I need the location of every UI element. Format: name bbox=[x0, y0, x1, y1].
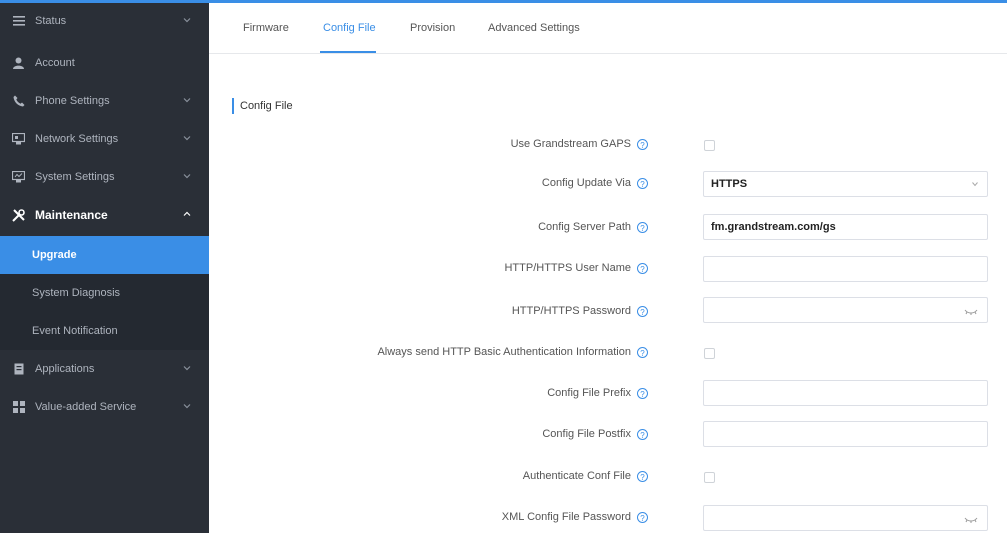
help-icon[interactable]: ? bbox=[637, 262, 648, 274]
sidebar-item-value-added-service[interactable]: Value-added Service bbox=[0, 388, 209, 426]
always-send-label: Always send HTTP Basic Authentication In… bbox=[377, 346, 648, 358]
sidebar-item-network-settings[interactable]: Network Settings bbox=[0, 120, 209, 158]
sidebar-subitem-event-notification[interactable]: Event Notification bbox=[0, 312, 209, 350]
sidebar-subitem-system-diagnosis[interactable]: System Diagnosis bbox=[0, 274, 209, 312]
tab-provision[interactable]: Provision bbox=[410, 22, 455, 34]
postfix-input[interactable] bbox=[703, 421, 988, 447]
auth-conf-label: Authenticate Conf File? bbox=[523, 470, 648, 482]
always-send-checkbox[interactable] bbox=[704, 348, 715, 359]
app-icon bbox=[12, 363, 25, 376]
update-via-select[interactable]: HTTPS bbox=[703, 171, 988, 197]
sidebar-item-label: Applications bbox=[35, 363, 95, 375]
sidebar-item-account[interactable]: Account bbox=[0, 44, 209, 82]
help-icon[interactable]: ? bbox=[637, 177, 648, 189]
update-via-label-text: Config Update Via bbox=[541, 177, 631, 189]
chevron-down-icon bbox=[183, 98, 191, 103]
list-icon bbox=[12, 15, 25, 28]
xml-password-input[interactable] bbox=[703, 505, 988, 531]
chevron-down-icon bbox=[183, 18, 191, 23]
chevron-down-icon bbox=[183, 136, 191, 141]
sidebar-item-label: Status bbox=[35, 15, 67, 27]
server-path-label-text: Config Server Path bbox=[538, 221, 631, 233]
password-input[interactable] bbox=[703, 297, 988, 323]
sidebar-item-label: Value-added Service bbox=[35, 401, 137, 413]
help-icon[interactable]: ? bbox=[637, 221, 648, 233]
sidebar-item-phone-settings[interactable]: Phone Settings bbox=[0, 82, 209, 120]
tab-advanced-settings[interactable]: Advanced Settings bbox=[488, 22, 580, 34]
sidebar-subitem-upgrade[interactable]: Upgrade bbox=[0, 236, 209, 274]
chevron-down-icon bbox=[183, 366, 191, 371]
tab-bar: Firmware Config File Provision Advanced … bbox=[209, 0, 1007, 54]
sidebar-item-label: System Settings bbox=[35, 171, 115, 183]
sidebar-item-label: Account bbox=[35, 57, 75, 69]
postfix-label: Config File Postfix? bbox=[542, 428, 648, 440]
tab-firmware[interactable]: Firmware bbox=[243, 22, 289, 34]
server-path-label: Config Server Path? bbox=[538, 221, 648, 233]
auth-conf-label-text: Authenticate Conf File bbox=[522, 470, 631, 482]
auth-conf-checkbox[interactable] bbox=[704, 472, 715, 483]
sidebar-item-system-settings[interactable]: System Settings bbox=[0, 158, 209, 196]
user-icon bbox=[12, 57, 25, 70]
sidebar-subitem-label: System Diagnosis bbox=[32, 287, 121, 299]
tools-icon bbox=[12, 208, 25, 222]
user-name-label-text: HTTP/HTTPS User Name bbox=[504, 262, 631, 274]
sidebar-item-maintenance[interactable]: Maintenance bbox=[0, 196, 209, 234]
chevron-up-icon bbox=[183, 211, 191, 216]
server-path-input[interactable]: fm.grandstream.com/gs bbox=[703, 214, 988, 240]
help-icon[interactable]: ? bbox=[637, 305, 648, 317]
user-name-input[interactable] bbox=[703, 256, 988, 282]
use-gaps-checkbox[interactable] bbox=[704, 140, 715, 151]
sidebar-item-applications[interactable]: Applications bbox=[0, 350, 209, 388]
eye-off-icon[interactable] bbox=[964, 306, 978, 316]
prefix-label-text: Config File Prefix bbox=[547, 387, 631, 399]
sidebar-subitem-label: Event Notification bbox=[32, 325, 118, 337]
sidebar-item-label: Network Settings bbox=[35, 133, 119, 145]
active-tab-indicator bbox=[320, 51, 376, 53]
use-gaps-label-text: Use Grandstream GAPS bbox=[510, 138, 631, 150]
sidebar-subitem-label: Upgrade bbox=[32, 249, 77, 261]
password-label: HTTP/HTTPS Password? bbox=[512, 305, 648, 317]
help-icon[interactable]: ? bbox=[637, 428, 648, 440]
postfix-label-text: Config File Postfix bbox=[542, 428, 631, 440]
section-title: Config File bbox=[232, 98, 293, 114]
system-icon bbox=[12, 171, 25, 184]
tab-config-file[interactable]: Config File bbox=[323, 22, 376, 34]
update-via-label: Config Update Via? bbox=[542, 177, 648, 189]
always-send-label-text: Always send HTTP Basic Authentication In… bbox=[377, 346, 631, 358]
help-icon[interactable]: ? bbox=[637, 346, 648, 358]
use-gaps-label: Use Grandstream GAPS? bbox=[511, 138, 648, 150]
xml-password-label: XML Config File Password? bbox=[502, 511, 648, 523]
update-via-value: HTTPS bbox=[711, 178, 748, 190]
sidebar: Status Account Phone Settings Network Se… bbox=[0, 0, 209, 533]
help-icon[interactable]: ? bbox=[637, 511, 648, 523]
chevron-down-icon bbox=[183, 174, 191, 179]
grid-icon bbox=[12, 401, 25, 414]
chevron-down-icon bbox=[183, 404, 191, 409]
user-name-label: HTTP/HTTPS User Name? bbox=[504, 262, 648, 274]
help-icon[interactable]: ? bbox=[637, 470, 648, 482]
help-icon[interactable]: ? bbox=[637, 387, 648, 399]
network-icon bbox=[12, 133, 25, 146]
chevron-down-icon bbox=[972, 182, 978, 187]
sidebar-item-label: Maintenance bbox=[35, 208, 108, 222]
eye-off-icon[interactable] bbox=[964, 514, 978, 524]
sidebar-item-status[interactable]: Status bbox=[0, 2, 209, 40]
xml-password-label-text: XML Config File Password bbox=[501, 511, 631, 523]
phone-icon bbox=[12, 95, 25, 108]
sidebar-item-label: Phone Settings bbox=[35, 95, 110, 107]
prefix-input[interactable] bbox=[703, 380, 988, 406]
password-label-text: HTTP/HTTPS Password bbox=[511, 305, 631, 317]
server-path-value: fm.grandstream.com/gs bbox=[711, 221, 836, 233]
help-icon[interactable]: ? bbox=[637, 138, 648, 150]
prefix-label: Config File Prefix? bbox=[547, 387, 648, 399]
